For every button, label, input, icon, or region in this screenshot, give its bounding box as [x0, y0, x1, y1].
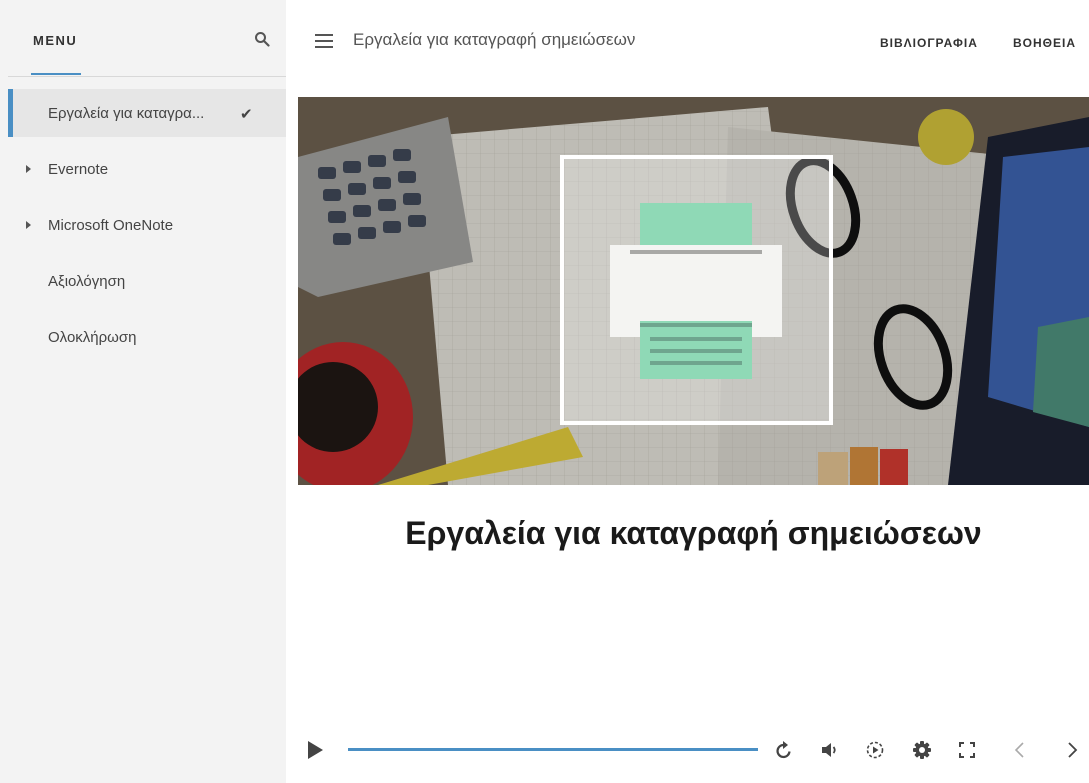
fullscreen-icon[interactable] [956, 739, 978, 761]
bibliography-link[interactable]: ΒΙΒΛΙΟΓΡΑΦΙΑ [880, 36, 978, 50]
desk-illustration [298, 97, 1089, 485]
search-icon[interactable] [254, 31, 270, 47]
media-player-controls [298, 730, 1089, 770]
sidebar-item-completion[interactable]: Ολοκλήρωση [8, 313, 286, 361]
sidebar-item-label: Microsoft OneNote [48, 216, 174, 234]
sidebar-item-onenote[interactable]: Microsoft OneNote [8, 201, 286, 249]
sidebar-item-label: Εργαλεία για καταγρα... [48, 104, 205, 122]
expand-caret-icon[interactable] [26, 165, 31, 173]
next-icon[interactable] [1061, 739, 1083, 761]
hamburger-menu-icon[interactable] [315, 34, 333, 48]
sidebar-item-assessment[interactable]: Αξιολόγηση [8, 257, 286, 305]
lesson-title: Εργαλεία για καταγραφή σημειώσεων [353, 30, 636, 49]
prev-icon[interactable] [1009, 739, 1031, 761]
speed-icon[interactable] [864, 739, 886, 761]
course-nav: Εργαλεία για καταγρα... ✔ Evernote Micro… [8, 89, 286, 369]
menu-title: MENU [33, 33, 78, 48]
menu-divider [8, 76, 286, 77]
sidebar-item-evernote[interactable]: Evernote [8, 145, 286, 193]
sidebar: MENU Εργαλεία για καταγρα... ✔ Evernote … [0, 0, 286, 783]
menu-header: MENU [0, 0, 286, 78]
expand-caret-icon[interactable] [26, 221, 31, 229]
sidebar-item-label: Evernote [48, 160, 109, 178]
sidebar-item-label: Αξιολόγηση [48, 272, 126, 290]
printer-icon [560, 155, 833, 425]
top-bar: Εργαλεία για καταγραφή σημειώσεων ΒΙΒΛΙΟ… [286, 0, 1089, 80]
play-icon[interactable] [308, 741, 323, 759]
page-heading: Εργαλεία για καταγραφή σημειώσεων [405, 515, 982, 551]
sidebar-item-label: Ολοκλήρωση [48, 328, 137, 346]
replay-icon[interactable] [773, 739, 795, 761]
sidebar-item-note-tools[interactable]: Εργαλεία για καταγρα... ✔ [8, 89, 286, 137]
help-link[interactable]: ΒΟΗΘΕΙΑ [1013, 36, 1076, 50]
volume-icon[interactable] [819, 739, 841, 761]
hero-image [298, 97, 1089, 485]
completed-check-icon: ✔ [240, 106, 253, 123]
progress-bar[interactable] [348, 748, 758, 751]
settings-icon[interactable] [911, 739, 933, 761]
menu-title-underline [31, 73, 81, 75]
